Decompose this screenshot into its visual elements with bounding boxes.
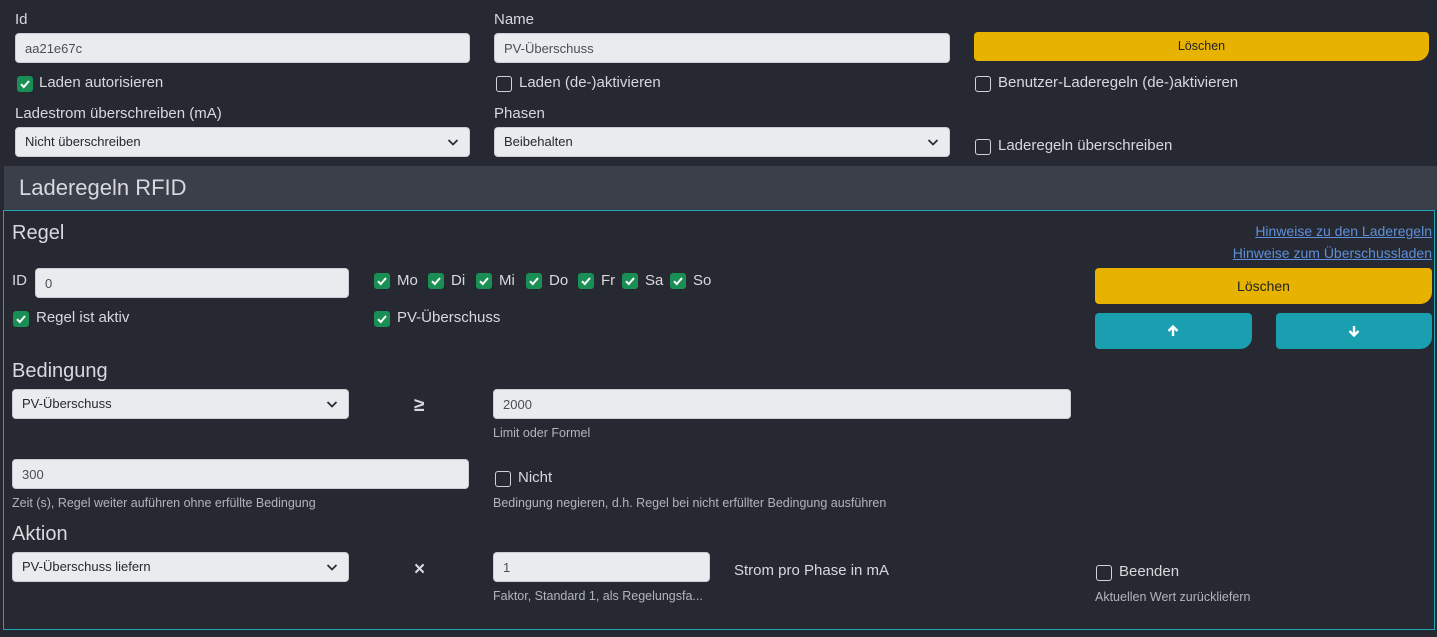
action-end-help: Aktuellen Wert zurückliefern	[1095, 590, 1251, 604]
name-label: Name	[494, 11, 535, 28]
move-up-button[interactable]	[1095, 313, 1252, 349]
day-mo-label: Mo	[397, 272, 418, 289]
condition-not-label: Nicht	[518, 469, 553, 486]
user-rules-label: Benutzer-Laderegeln (de-)aktivieren	[998, 74, 1239, 91]
action-title: Aktion	[12, 523, 68, 545]
check-icon	[377, 277, 387, 286]
chevron-down-icon	[326, 564, 338, 571]
check-icon	[20, 80, 30, 89]
phases-label: Phasen	[494, 105, 545, 122]
day-mo-checkbox[interactable]	[374, 273, 390, 289]
day-di-checkbox[interactable]	[428, 273, 444, 289]
toggle-charging-label: Laden (de-)aktivieren	[519, 74, 661, 91]
override-rules-checkbox[interactable]	[975, 139, 991, 155]
rule-pv-checkbox[interactable]	[374, 311, 390, 327]
rule-id-label: ID	[12, 272, 27, 289]
action-factor-input[interactable]	[493, 552, 710, 582]
rule-delete-button[interactable]: Löschen	[1095, 268, 1432, 304]
check-icon	[479, 277, 489, 286]
arrow-up-icon	[1167, 324, 1179, 336]
action-type-value: PV-Überschuss liefern	[22, 559, 151, 574]
current-override-label: Ladestrom überschreiben (mA)	[15, 105, 222, 122]
day-do-checkbox[interactable]	[526, 273, 542, 289]
link-surplus-hints[interactable]: Hinweise zum Überschussladen	[1233, 245, 1432, 261]
section-title: Laderegeln RFID	[19, 175, 187, 200]
action-end-checkbox[interactable]	[1096, 565, 1112, 581]
condition-time-input[interactable]	[12, 459, 469, 489]
day-sa-checkbox[interactable]	[622, 273, 638, 289]
condition-not-help: Bedingung negieren, d.h. Regel bei nicht…	[493, 496, 887, 510]
day-fr-label: Fr	[601, 272, 616, 289]
day-fr-checkbox[interactable]	[578, 273, 594, 289]
condition-title: Bedingung	[12, 360, 108, 382]
id-label: Id	[15, 11, 28, 28]
name-input[interactable]	[494, 33, 950, 63]
condition-time-help: Zeit (s), Regel weiter auführen ohne erf…	[12, 496, 316, 510]
link-rules-hints[interactable]: Hinweise zu den Laderegeln	[1255, 223, 1432, 239]
user-rules-checkbox[interactable]	[975, 76, 991, 92]
action-type-select[interactable]: PV-Überschuss liefern	[12, 552, 349, 582]
check-icon	[625, 277, 635, 286]
condition-limit-help: Limit oder Formel	[493, 426, 591, 440]
phases-select[interactable]: Beibehalten	[494, 127, 950, 157]
condition-variable-value: PV-Überschuss	[22, 396, 112, 411]
day-so-checkbox[interactable]	[670, 273, 686, 289]
day-do-label: Do	[549, 272, 569, 289]
rule-active-label: Regel ist aktiv	[36, 309, 130, 326]
section-header: Laderegeln RFID	[4, 166, 1437, 210]
day-mi-checkbox[interactable]	[476, 273, 492, 289]
arrow-down-icon	[1348, 326, 1360, 338]
day-sa-label: Sa	[645, 272, 664, 289]
delete-button-top[interactable]: Löschen	[974, 32, 1429, 61]
rule-id-input[interactable]	[35, 268, 349, 298]
action-unit-label: Strom pro Phase in mA	[734, 562, 890, 579]
phases-value: Beibehalten	[504, 134, 573, 149]
chevron-down-icon	[326, 401, 338, 408]
day-di-label: Di	[451, 272, 466, 289]
check-icon	[431, 277, 441, 286]
current-override-select[interactable]: Nicht überschreiben	[15, 127, 470, 157]
move-down-button[interactable]	[1276, 313, 1432, 349]
authorize-label: Laden autorisieren	[39, 74, 164, 91]
action-end-label: Beenden	[1119, 563, 1180, 580]
override-rules-label: Laderegeln überschreiben	[998, 137, 1173, 154]
check-icon	[673, 277, 683, 286]
check-icon	[529, 277, 539, 286]
check-icon	[16, 315, 26, 324]
condition-variable-select[interactable]: PV-Überschuss	[12, 389, 349, 419]
check-icon	[377, 315, 387, 324]
chevron-down-icon	[447, 139, 459, 146]
condition-not-checkbox[interactable]	[495, 471, 511, 487]
check-icon	[581, 277, 591, 286]
authorize-checkbox[interactable]	[17, 76, 33, 92]
condition-limit-input[interactable]	[493, 389, 1071, 419]
day-mi-label: Mi	[499, 272, 515, 289]
day-so-label: So	[693, 272, 712, 289]
current-override-value: Nicht überschreiben	[25, 134, 141, 149]
id-input[interactable]	[15, 33, 470, 63]
rule-pv-label: PV-Überschuss	[397, 309, 501, 326]
rule-active-checkbox[interactable]	[13, 311, 29, 327]
toggle-charging-checkbox[interactable]	[496, 76, 512, 92]
chevron-down-icon	[927, 139, 939, 146]
condition-operator[interactable]: ≥	[414, 395, 424, 417]
action-operator: ×	[414, 559, 426, 580]
action-factor-help: Faktor, Standard 1, als Regelungsfa...	[493, 589, 703, 603]
rule-title: Regel	[12, 222, 65, 244]
